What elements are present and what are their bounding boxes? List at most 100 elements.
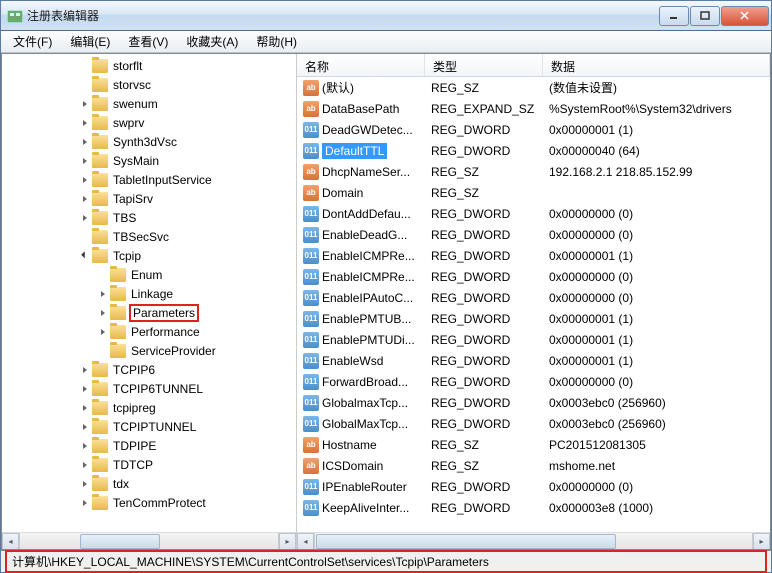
tree-node[interactable]: TapiSrv [2, 189, 296, 208]
chevron-right-icon[interactable] [96, 306, 110, 320]
tree-node[interactable]: TDPIPE [2, 436, 296, 455]
tree-node[interactable]: Parameters [2, 303, 296, 322]
value-name-cell: abHostname [297, 435, 425, 455]
tree-node[interactable]: TCPIPTUNNEL [2, 417, 296, 436]
tree-scroll[interactable]: storfltstorvscswenumswprvSynth3dVscSysMa… [2, 54, 296, 532]
value-type-cell: REG_DWORD [425, 142, 543, 160]
chevron-right-icon[interactable] [78, 97, 92, 111]
registry-value-row[interactable]: 011EnableICMPRe...REG_DWORD0x00000001 (1… [297, 245, 770, 266]
value-name-cell: 011DefaultTTL [297, 141, 425, 161]
registry-value-row[interactable]: abICSDomainREG_SZmshome.net [297, 455, 770, 476]
menu-help[interactable]: 帮助(H) [248, 31, 305, 52]
scroll-right-button[interactable]: ▸ [753, 533, 770, 550]
registry-value-row[interactable]: 011EnableDeadG...REG_DWORD0x00000000 (0) [297, 224, 770, 245]
tree-node[interactable]: swprv [2, 113, 296, 132]
registry-value-row[interactable]: 011EnableICMPRe...REG_DWORD0x00000000 (0… [297, 266, 770, 287]
tree-node[interactable]: Linkage [2, 284, 296, 303]
value-name-cell: 011GlobalmaxTcp... [297, 393, 425, 413]
titlebar[interactable]: 注册表编辑器 [1, 1, 771, 31]
tree-node[interactable]: TCPIP6TUNNEL [2, 379, 296, 398]
value-name: (默认) [322, 79, 354, 96]
chevron-right-icon[interactable] [96, 325, 110, 339]
registry-value-row[interactable]: abDhcpNameSer...REG_SZ192.168.2.1 218.85… [297, 161, 770, 182]
menu-file[interactable]: 文件(F) [5, 31, 60, 52]
value-name-cell: abDhcpNameSer... [297, 162, 425, 182]
tree-label: Parameters [129, 304, 199, 322]
registry-value-row[interactable]: 011ForwardBroad...REG_DWORD0x00000000 (0… [297, 371, 770, 392]
chevron-right-icon[interactable] [78, 154, 92, 168]
value-name: ICSDomain [322, 459, 383, 473]
registry-value-row[interactable]: 011EnableWsdREG_DWORD0x00000001 (1) [297, 350, 770, 371]
chevron-right-icon[interactable] [78, 135, 92, 149]
registry-value-row[interactable]: 011KeepAliveInter...REG_DWORD0x000003e8 … [297, 497, 770, 518]
value-name: DontAddDefau... [322, 207, 411, 221]
tree-node[interactable]: Performance [2, 322, 296, 341]
value-name-cell: 011EnableWsd [297, 351, 425, 371]
tree-node[interactable]: SysMain [2, 151, 296, 170]
chevron-right-icon[interactable] [78, 439, 92, 453]
tree-node[interactable]: Tcpip [2, 246, 296, 265]
registry-value-row[interactable]: 011EnableIPAutoC...REG_DWORD0x00000000 (… [297, 287, 770, 308]
tree-node[interactable]: TenCommProtect [2, 493, 296, 512]
chevron-right-icon[interactable] [78, 401, 92, 415]
registry-value-row[interactable]: abDataBasePathREG_EXPAND_SZ%SystemRoot%\… [297, 98, 770, 119]
column-header-data[interactable]: 数据 [543, 54, 770, 76]
column-header-name[interactable]: 名称 [297, 54, 425, 76]
registry-value-row[interactable]: 011IPEnableRouterREG_DWORD0x00000000 (0) [297, 476, 770, 497]
menu-favorites[interactable]: 收藏夹(A) [178, 31, 246, 52]
chevron-down-icon[interactable] [78, 249, 92, 263]
tree-node[interactable]: Enum [2, 265, 296, 284]
list-horizontal-scrollbar[interactable]: ◂ ▸ [297, 532, 770, 549]
chevron-right-icon[interactable] [78, 363, 92, 377]
registry-value-row[interactable]: 011EnablePMTUB...REG_DWORD0x00000001 (1) [297, 308, 770, 329]
registry-value-row[interactable]: ab(默认)REG_SZ(数值未设置) [297, 77, 770, 98]
column-header-type[interactable]: 类型 [425, 54, 543, 76]
tree-node[interactable]: tcpipreg [2, 398, 296, 417]
value-data-cell: %SystemRoot%\System32\drivers [543, 100, 770, 118]
registry-value-row[interactable]: 011DontAddDefau...REG_DWORD0x00000000 (0… [297, 203, 770, 224]
tree-node[interactable]: TDTCP [2, 455, 296, 474]
menu-edit[interactable]: 编辑(E) [62, 31, 118, 52]
chevron-right-icon[interactable] [78, 420, 92, 434]
scroll-left-button[interactable]: ◂ [297, 533, 314, 550]
tree-horizontal-scrollbar[interactable]: ◂ ▸ [2, 532, 296, 549]
registry-value-row[interactable]: 011EnablePMTUDi...REG_DWORD0x00000001 (1… [297, 329, 770, 350]
chevron-right-icon[interactable] [78, 116, 92, 130]
tree-node[interactable]: storflt [2, 56, 296, 75]
chevron-right-icon[interactable] [78, 211, 92, 225]
tree-node[interactable]: swenum [2, 94, 296, 113]
registry-value-row[interactable]: abHostnameREG_SZPC201512081305 [297, 434, 770, 455]
tree-node[interactable]: TabletInputService [2, 170, 296, 189]
tree-node[interactable]: ServiceProvider [2, 341, 296, 360]
chevron-right-icon[interactable] [78, 496, 92, 510]
close-button[interactable] [721, 6, 769, 26]
tree-node[interactable]: TCPIP6 [2, 360, 296, 379]
registry-value-row[interactable]: 011DefaultTTLREG_DWORD0x00000040 (64) [297, 140, 770, 161]
scroll-right-button[interactable]: ▸ [279, 533, 296, 550]
tree-node[interactable]: storvsc [2, 75, 296, 94]
value-name: GlobalmaxTcp... [322, 396, 408, 410]
registry-value-row[interactable]: 011DeadGWDetec...REG_DWORD0x00000001 (1) [297, 119, 770, 140]
registry-value-row[interactable]: 011GlobalmaxTcp...REG_DWORD0x0003ebc0 (2… [297, 392, 770, 413]
menu-view[interactable]: 查看(V) [120, 31, 176, 52]
scroll-left-button[interactable]: ◂ [2, 533, 19, 550]
chevron-right-icon[interactable] [96, 287, 110, 301]
chevron-right-icon[interactable] [78, 173, 92, 187]
tree-node[interactable]: TBSecSvc [2, 227, 296, 246]
tree-node[interactable]: TBS [2, 208, 296, 227]
values-list[interactable]: ab(默认)REG_SZ(数值未设置)abDataBasePathREG_EXP… [297, 77, 770, 532]
tree-node[interactable]: tdx [2, 474, 296, 493]
value-name-cell: 011EnableDeadG... [297, 225, 425, 245]
chevron-right-icon[interactable] [78, 458, 92, 472]
minimize-button[interactable] [659, 6, 689, 26]
maximize-button[interactable] [690, 6, 720, 26]
chevron-right-icon[interactable] [78, 382, 92, 396]
chevron-right-icon[interactable] [78, 477, 92, 491]
chevron-right-icon[interactable] [78, 192, 92, 206]
folder-icon [92, 477, 108, 491]
value-type-cell: REG_DWORD [425, 205, 543, 223]
registry-value-row[interactable]: 011GlobalMaxTcp...REG_DWORD0x0003ebc0 (2… [297, 413, 770, 434]
tree-node[interactable]: Synth3dVsc [2, 132, 296, 151]
folder-icon [92, 382, 108, 396]
registry-value-row[interactable]: abDomainREG_SZ [297, 182, 770, 203]
